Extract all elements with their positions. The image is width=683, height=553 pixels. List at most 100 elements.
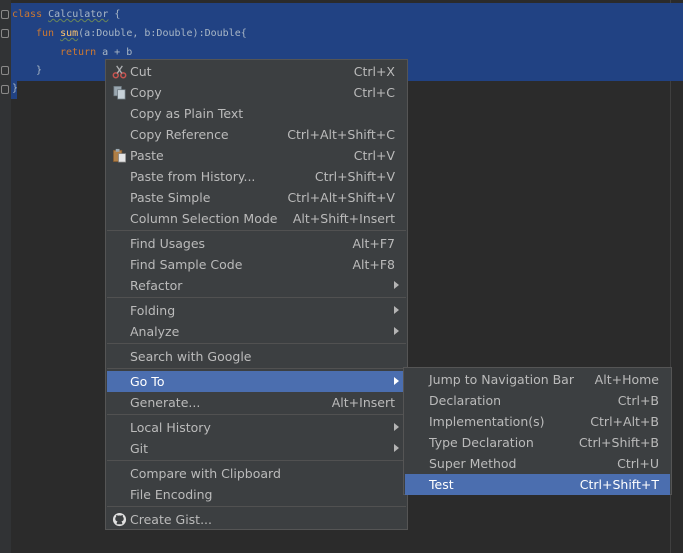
github-icon [112,512,127,527]
menu-item-label: Analyze [130,324,180,339]
menu-item-copy-reference[interactable]: Copy Reference Ctrl+Alt+Shift+C [107,124,406,145]
submenu-arrow-icon [394,306,399,314]
menu-item-shortcut: Alt+F8 [352,257,395,272]
fold-marker-icon[interactable] [1,85,9,94]
menu-separator [107,368,406,369]
menu-item-find-usages[interactable]: Find Usages Alt+F7 [107,233,406,254]
submenu-arrow-icon [394,377,399,385]
menu-item-copy[interactable]: Copy Ctrl+C [107,82,406,103]
code-line-1: class Calculator { [12,6,120,24]
menu-item-label: Git [130,441,149,456]
keyword: class [12,9,43,20]
menu-separator [107,230,406,231]
menu-item-label: Compare with Clipboard [130,466,281,481]
menu-separator [107,460,406,461]
function-name: sum [60,28,79,39]
menu-item-shortcut: Ctrl+B [617,393,659,408]
code-line-5: } [12,83,19,94]
keyword: return [60,47,97,58]
menu-separator [107,343,406,344]
menu-item-label: Paste Simple [130,190,211,205]
menu-item-analyze[interactable]: Analyze [107,321,406,342]
menu-item-refactor[interactable]: Refactor [107,275,406,296]
menu-item-shortcut: Ctrl+C [353,85,395,100]
code-line-2: fun sum(a:Double, b:Double):Double{ [36,25,247,43]
menu-item-shortcut: Ctrl+Shift+T [579,477,659,492]
editor-context-menu: Cut Ctrl+X Copy Ctrl+C Copy as Plain Tex… [105,59,408,530]
menu-item-label: Cut [130,64,152,79]
menu-item-label: Create Gist... [130,512,213,527]
submenu-arrow-icon [394,327,399,335]
menu-item-label: Generate... [130,395,201,410]
menu-item-shortcut: Ctrl+U [617,456,659,471]
menu-item-find-sample-code[interactable]: Find Sample Code Alt+F8 [107,254,406,275]
menu-item-label: Paste from History... [130,169,256,184]
menu-item-shortcut: Ctrl+Alt+Shift+C [287,127,395,142]
menu-item-super-method[interactable]: Super Method Ctrl+U [405,453,670,474]
menu-item-git[interactable]: Git [107,438,406,459]
code-text: (a:Double, b:Double):Double{ [78,28,247,39]
menu-item-paste-simple[interactable]: Paste Simple Ctrl+Alt+Shift+V [107,187,406,208]
copy-icon [113,86,126,100]
code-line-4: } [36,65,43,76]
menu-item-folding[interactable]: Folding [107,300,406,321]
menu-item-copy-plain-text[interactable]: Copy as Plain Text [107,103,406,124]
menu-item-label: Declaration [429,393,502,408]
menu-item-local-history[interactable]: Local History [107,417,406,438]
menu-item-shortcut: Alt+Insert [331,395,395,410]
menu-item-go-to[interactable]: Go To [107,371,406,392]
menu-item-file-encoding[interactable]: File Encoding [107,484,406,505]
menu-item-shortcut: Ctrl+Alt+B [590,414,659,429]
goto-submenu: Jump to Navigation Bar Alt+Home Declarat… [403,367,672,495]
menu-item-label: Column Selection Mode [130,211,278,226]
menu-item-label: Copy [130,85,162,100]
menu-item-search-with-google[interactable]: Search with Google [107,346,406,367]
fold-marker-icon[interactable] [1,10,9,19]
menu-item-label: Refactor [130,278,183,293]
scissors-icon [112,65,127,79]
menu-item-column-selection-mode[interactable]: Column Selection Mode Alt+Shift+Insert [107,208,406,229]
menu-item-label: Paste [130,148,164,163]
menu-item-label: File Encoding [130,487,213,502]
menu-item-shortcut: Alt+Home [594,372,659,387]
menu-item-shortcut: Alt+Shift+Insert [292,211,395,226]
editor-gutter [0,0,11,553]
class-name: Calculator [48,9,109,20]
menu-item-shortcut: Ctrl+Shift+B [578,435,659,450]
fold-marker-icon[interactable] [1,29,9,38]
menu-item-shortcut: Ctrl+X [353,64,395,79]
menu-item-label: Jump to Navigation Bar [429,372,574,387]
menu-item-generate[interactable]: Generate... Alt+Insert [107,392,406,413]
menu-item-declaration[interactable]: Declaration Ctrl+B [405,390,670,411]
submenu-arrow-icon [394,281,399,289]
menu-item-label: Test [429,477,454,492]
code-text: a + b [96,47,133,58]
menu-item-label: Find Sample Code [130,257,243,272]
menu-item-jump-to-navigation-bar[interactable]: Jump to Navigation Bar Alt+Home [405,369,670,390]
menu-item-paste[interactable]: Paste Ctrl+V [107,145,406,166]
code-text: { [108,9,121,20]
menu-item-shortcut: Ctrl+V [353,148,395,163]
menu-item-test[interactable]: Test Ctrl+Shift+T [405,474,670,495]
menu-item-label: Find Usages [130,236,206,251]
menu-item-cut[interactable]: Cut Ctrl+X [107,61,406,82]
menu-item-label: Search with Google [130,349,252,364]
fold-marker-icon[interactable] [1,66,9,75]
menu-item-shortcut: Ctrl+Alt+Shift+V [287,190,395,205]
menu-item-implementations[interactable]: Implementation(s) Ctrl+Alt+B [405,411,670,432]
menu-item-compare-with-clipboard[interactable]: Compare with Clipboard [107,463,406,484]
menu-item-label: Super Method [429,456,517,471]
menu-item-label: Folding [130,303,176,318]
menu-item-create-gist[interactable]: Create Gist... [107,509,406,530]
submenu-arrow-icon [394,444,399,452]
menu-item-paste-from-history[interactable]: Paste from History... Ctrl+Shift+V [107,166,406,187]
keyword: fun [36,28,55,39]
clipboard-icon [113,148,126,163]
menu-item-label: Implementation(s) [429,414,545,429]
menu-item-label: Local History [130,420,211,435]
menu-item-type-declaration[interactable]: Type Declaration Ctrl+Shift+B [405,432,670,453]
menu-separator [107,414,406,415]
menu-item-label: Type Declaration [429,435,534,450]
menu-item-shortcut: Alt+F7 [352,236,395,251]
menu-item-label: Copy as Plain Text [130,106,244,121]
